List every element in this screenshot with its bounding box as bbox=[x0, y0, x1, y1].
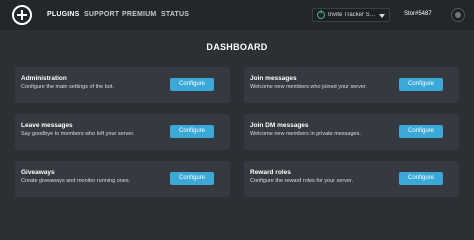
card-reward-roles: Reward roles Configure the reward roles … bbox=[244, 161, 459, 197]
nav-link-plugins[interactable]: PLUGINS bbox=[47, 11, 80, 18]
card-description: Welcome new members in private messages. bbox=[250, 131, 361, 137]
card-title: Join messages bbox=[250, 75, 297, 82]
card-giveaways: Giveaways Create giveaways and monitor r… bbox=[15, 161, 230, 197]
configure-giveaways-button[interactable]: Configure bbox=[170, 172, 214, 185]
plus-circle-icon bbox=[317, 9, 325, 19]
server-selector[interactable]: Invite Tracker Su... bbox=[312, 8, 390, 22]
nav-link-premium[interactable]: PREMIUM bbox=[122, 11, 156, 18]
chevron-down-icon bbox=[379, 14, 385, 18]
card-administration: Administration Configure the main settin… bbox=[15, 67, 230, 103]
configure-join-dm-messages-button[interactable]: Configure bbox=[399, 125, 443, 138]
card-description: Create giveaways and monitor running one… bbox=[21, 178, 131, 184]
plus-logo-icon[interactable] bbox=[12, 5, 32, 25]
card-join-messages: Join messages Welcome new members who jo… bbox=[244, 67, 459, 103]
card-description: Welcome new members who joined your serv… bbox=[250, 84, 367, 90]
username: Stor#5487 bbox=[404, 11, 432, 17]
card-title: Giveaways bbox=[21, 169, 55, 176]
nav-link-support[interactable]: SUPPORT bbox=[84, 11, 119, 18]
page-title: DASHBOARD bbox=[206, 42, 268, 52]
configure-reward-roles-button[interactable]: Configure bbox=[399, 172, 443, 185]
card-title: Leave messages bbox=[21, 122, 73, 129]
card-description: Configure the main settings of the bot. bbox=[21, 84, 114, 90]
card-description: Configure the reward roles for your serv… bbox=[250, 178, 354, 184]
card-leave-messages: Leave messages Say goodbye to members wh… bbox=[15, 114, 230, 150]
card-title: Join DM messages bbox=[250, 122, 309, 129]
card-join-dm-messages: Join DM messages Welcome new members in … bbox=[244, 114, 459, 150]
card-title: Administration bbox=[21, 75, 67, 82]
card-title: Reward roles bbox=[250, 169, 291, 176]
configure-join-messages-button[interactable]: Configure bbox=[399, 78, 443, 91]
card-description: Say goodbye to members who left your ser… bbox=[21, 131, 135, 137]
configure-leave-messages-button[interactable]: Configure bbox=[170, 125, 214, 138]
nav-link-status[interactable]: STATUS bbox=[161, 11, 189, 18]
configure-administration-button[interactable]: Configure bbox=[170, 78, 214, 91]
avatar[interactable] bbox=[451, 8, 465, 22]
navbar: PLUGINS SUPPORT PREMIUM STATUS Invite Tr… bbox=[0, 0, 474, 30]
server-name: Invite Tracker Su... bbox=[328, 12, 376, 18]
